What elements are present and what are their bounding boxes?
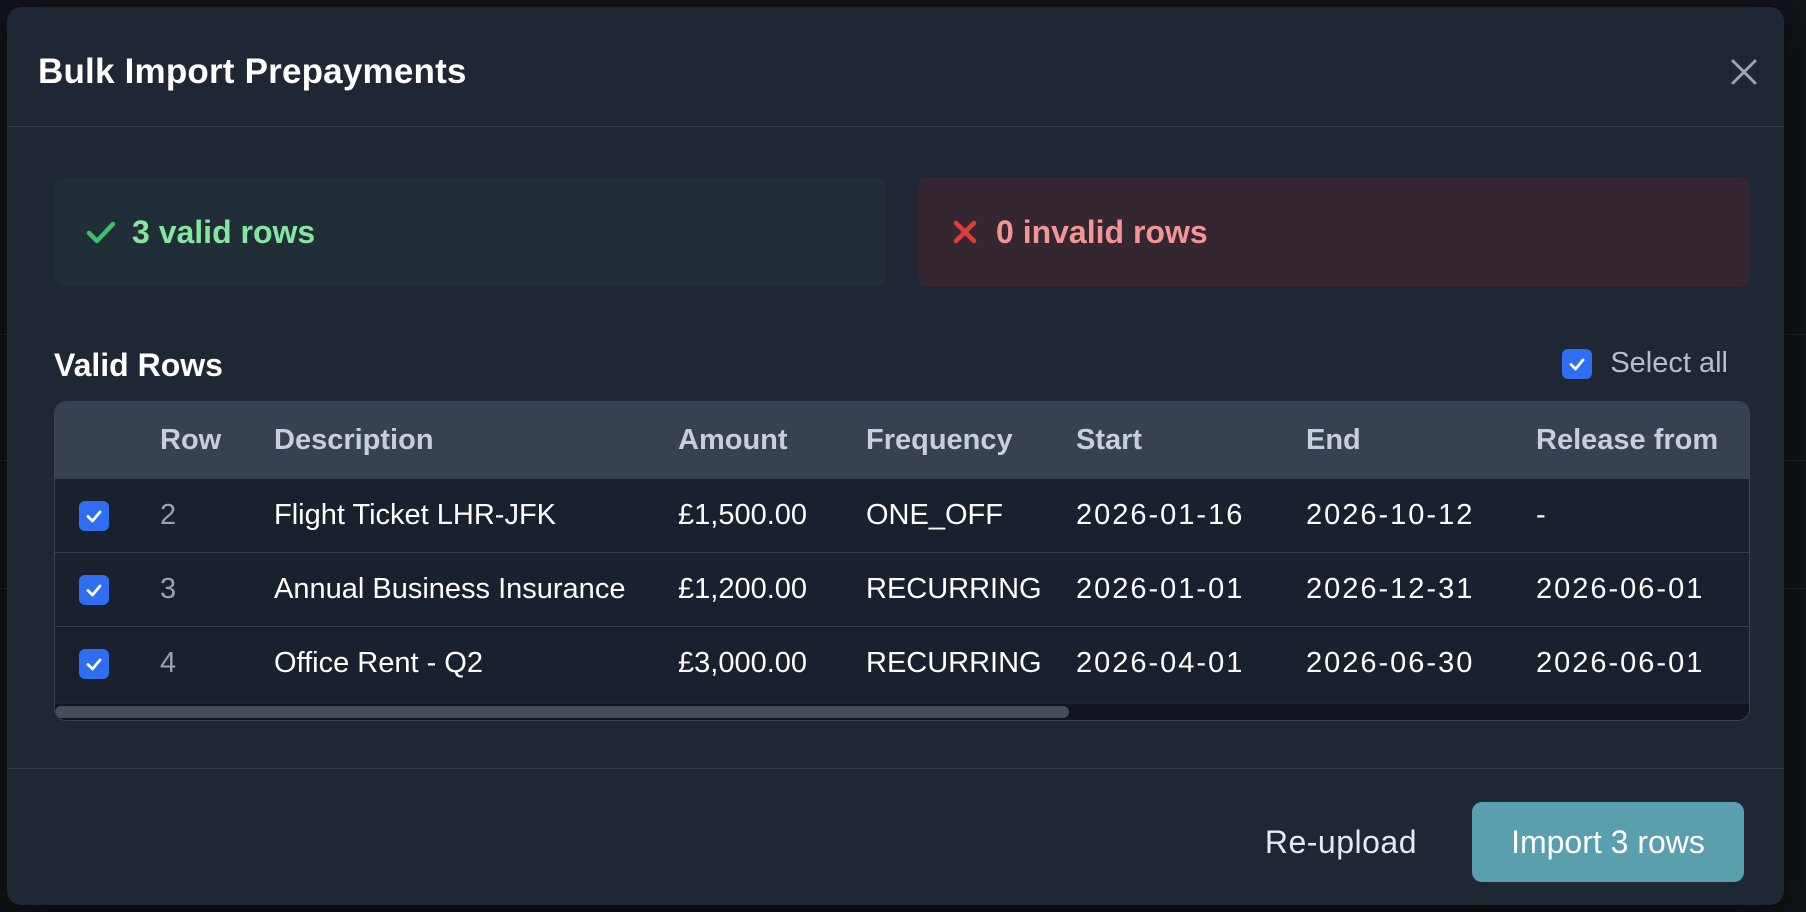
horizontal-scrollbar[interactable]	[55, 704, 1749, 720]
row-amount: £1,500.00	[678, 499, 808, 531]
close-icon	[1731, 59, 1757, 85]
row-checkbox[interactable]	[79, 648, 109, 679]
row-frequency: RECURRING	[866, 573, 1042, 605]
checkmark-icon	[1569, 358, 1585, 370]
row-description: Office Rent - Q2	[274, 647, 483, 679]
column-header-description: Description	[274, 424, 434, 456]
row-frequency: RECURRING	[866, 647, 1042, 679]
valid-rows-summary: 3 valid rows	[54, 177, 886, 287]
bulk-import-modal: Bulk Import Prepayments 3 valid rows 0 i…	[7, 7, 1784, 905]
modal-footer: Re-upload Import 3 rows	[7, 768, 1784, 905]
column-header-release-from: Release from	[1536, 424, 1719, 456]
checkmark-icon	[86, 510, 102, 522]
select-all-label: Select all	[1610, 347, 1728, 379]
table-row[interactable]: 4 Office Rent - Q2 £3,000.00 RECURRING 2…	[55, 626, 1749, 700]
table-row[interactable]: 3 Annual Business Insurance £1,200.00 RE…	[55, 552, 1749, 626]
row-amount: £1,200.00	[678, 573, 808, 605]
column-header-frequency: Frequency	[866, 424, 1013, 456]
checkmark-icon	[86, 584, 102, 596]
check-icon	[84, 215, 118, 249]
table-row[interactable]: 2 Flight Ticket LHR-JFK £1,500.00 ONE_OF…	[55, 478, 1749, 552]
x-icon	[948, 215, 982, 249]
valid-rows-table: Row Description Amount Frequency Start E…	[54, 401, 1750, 721]
row-end-date: 2026-12-31	[1306, 573, 1475, 605]
row-select-cell	[79, 627, 109, 700]
row-number: 3	[160, 573, 177, 605]
invalid-rows-count: 0 invalid rows	[996, 213, 1208, 250]
column-header-start: Start	[1076, 424, 1143, 456]
reupload-button[interactable]: Re-upload	[1265, 824, 1417, 861]
section-title: Valid Rows	[54, 347, 223, 383]
row-select-cell	[79, 479, 109, 552]
row-description: Flight Ticket LHR-JFK	[274, 499, 556, 531]
table-header: Row Description Amount Frequency Start E…	[55, 402, 1749, 478]
row-release-from: 2026-06-01	[1536, 647, 1705, 679]
column-header-end: End	[1306, 424, 1361, 456]
row-checkbox[interactable]	[79, 574, 109, 605]
row-start-date: 2026-01-16	[1076, 499, 1245, 531]
modal-title: Bulk Import Prepayments	[38, 52, 467, 91]
row-start-date: 2026-04-01	[1076, 647, 1245, 679]
select-all-checkbox[interactable]	[1562, 348, 1593, 379]
row-number: 2	[160, 499, 177, 531]
row-amount: £3,000.00	[678, 647, 808, 679]
modal-header: Bulk Import Prepayments	[7, 7, 1784, 127]
row-release-from: 2026-06-01	[1536, 573, 1705, 605]
row-end-date: 2026-06-30	[1306, 647, 1475, 679]
scrollbar-thumb[interactable]	[55, 706, 1069, 718]
checkmark-icon	[86, 658, 102, 670]
valid-rows-count: 3 valid rows	[132, 213, 316, 250]
column-header-amount: Amount	[678, 424, 788, 456]
import-button[interactable]: Import 3 rows	[1472, 802, 1744, 882]
row-release-from: -	[1536, 499, 1548, 531]
close-button[interactable]	[1727, 55, 1761, 89]
row-description: Annual Business Insurance	[274, 573, 626, 605]
row-start-date: 2026-01-01	[1076, 573, 1245, 605]
column-header-row: Row	[160, 424, 222, 456]
select-all-toggle[interactable]: Select all	[1562, 347, 1728, 380]
invalid-rows-summary: 0 invalid rows	[918, 177, 1750, 287]
row-number: 4	[160, 647, 177, 679]
row-select-cell	[79, 553, 109, 626]
row-frequency: ONE_OFF	[866, 499, 1003, 531]
row-checkbox[interactable]	[79, 500, 109, 531]
row-end-date: 2026-10-12	[1306, 499, 1475, 531]
